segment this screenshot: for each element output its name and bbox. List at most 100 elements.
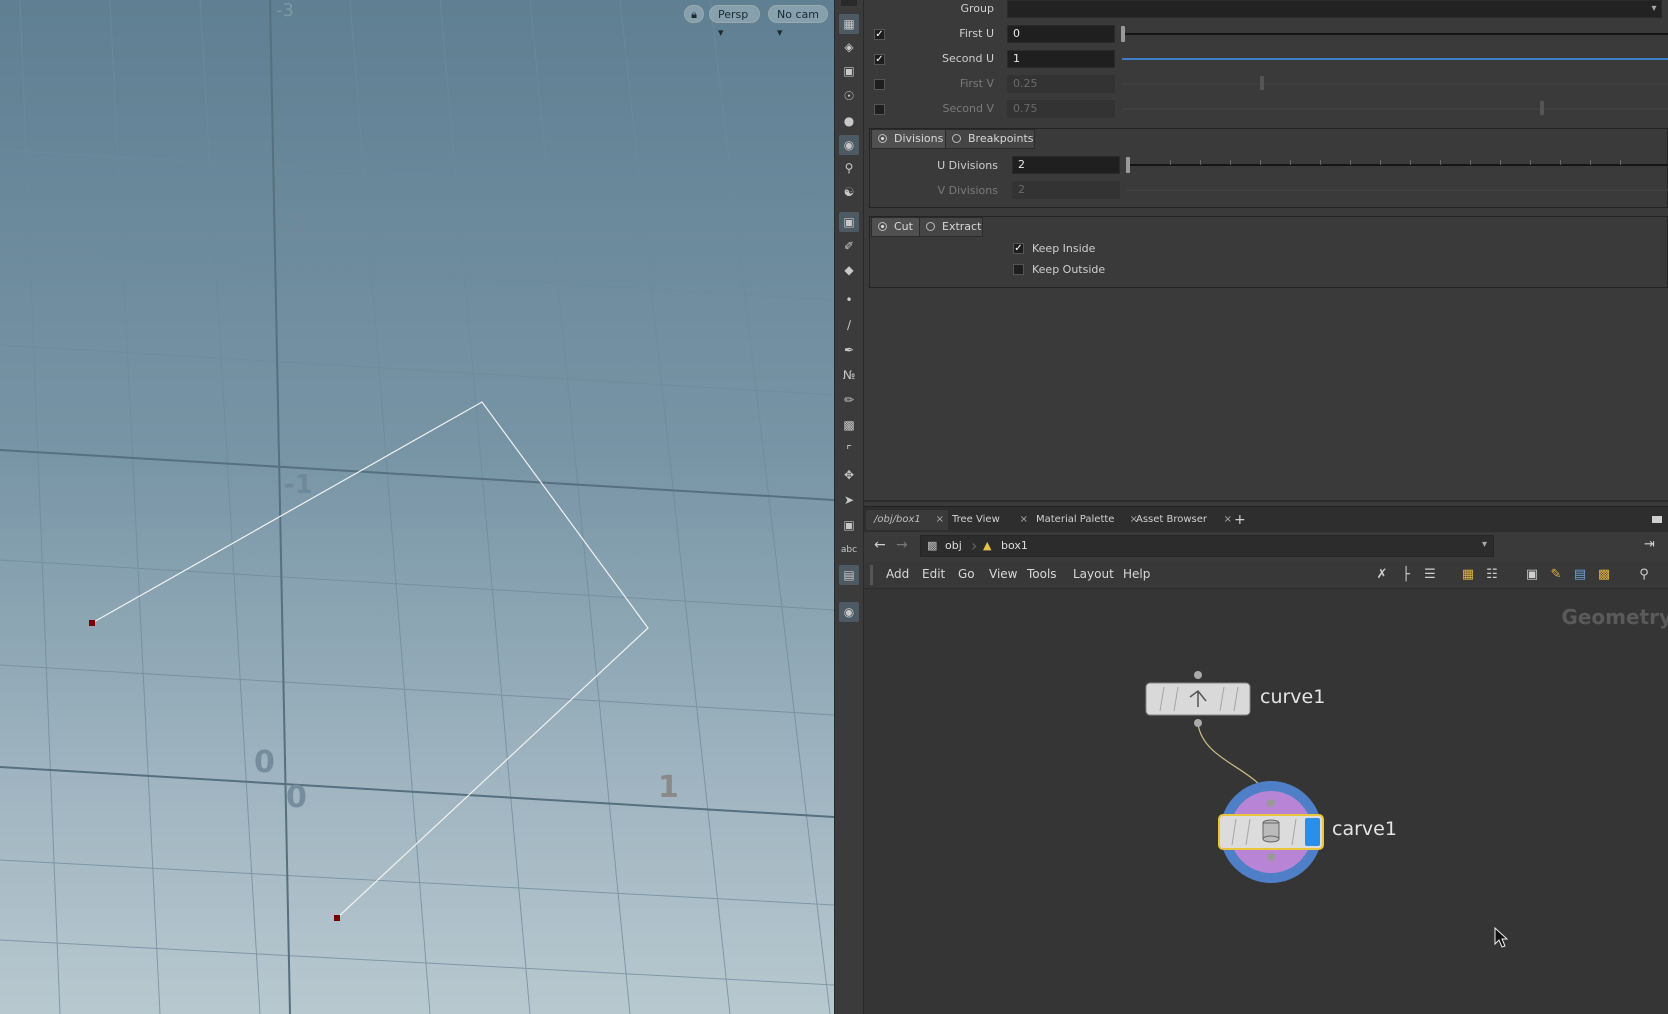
toolbar-grip[interactable]	[841, 0, 857, 6]
pose-icon[interactable]: ☯	[839, 182, 859, 202]
pane-menu-icon[interactable]	[1652, 516, 1662, 523]
divisions-radio[interactable]: Divisions	[871, 129, 947, 149]
lock-icon[interactable]: ▣	[839, 61, 859, 81]
first-u-slider-handle[interactable]	[1121, 26, 1125, 42]
second-u-field[interactable]: 1	[1007, 50, 1115, 68]
light-icon[interactable]: ◉	[839, 135, 859, 155]
group-dropdown-icon[interactable]: ▾	[1646, 0, 1662, 18]
second-v-slider[interactable]	[1122, 108, 1668, 110]
curve-point-start[interactable]	[89, 620, 95, 626]
menu-add[interactable]: Add	[886, 567, 909, 581]
details-view-icon[interactable]: ☷	[1484, 567, 1500, 583]
pane-splitter[interactable]	[864, 500, 1668, 502]
carve1-input-connector[interactable]	[1267, 799, 1275, 807]
curve1-node-label[interactable]: curve1	[1260, 686, 1325, 708]
radio-icon	[878, 222, 887, 231]
pivot-icon[interactable]: ➤	[839, 490, 859, 510]
breakpoints-radio[interactable]: Breakpoints	[945, 129, 1035, 149]
curve1-output-connector[interactable]	[1194, 719, 1202, 727]
u-divisions-field[interactable]: 2	[1012, 156, 1120, 174]
first-v-field[interactable]: 0.25	[1007, 75, 1115, 93]
tab-material-palette[interactable]: Material Palette ×	[1028, 510, 1142, 530]
extract-radio[interactable]: Extract	[919, 217, 983, 237]
palette-icon[interactable]: ▩	[1596, 567, 1612, 583]
camera-icon[interactable]: ▣	[839, 212, 859, 232]
camera-menu-button[interactable]: No cam ▾	[768, 5, 828, 39]
curve1-input-connector[interactable]	[1194, 671, 1202, 679]
first-u-slider[interactable]	[1122, 33, 1668, 35]
pen-icon[interactable]: ✒	[839, 340, 859, 360]
slider-tick	[1410, 160, 1411, 165]
stamp-icon[interactable]: ▩	[839, 415, 859, 435]
snap-icon[interactable]: ☉	[839, 86, 859, 106]
first-v-slider[interactable]	[1122, 83, 1668, 85]
tab-obj-box1[interactable]: /obj/box1 ×	[866, 510, 948, 530]
view-icon[interactable]: ◈	[839, 37, 859, 57]
menu-layout[interactable]: Layout	[1073, 567, 1114, 581]
brush-icon[interactable]: ✐	[839, 236, 859, 256]
menu-tools[interactable]: Tools	[1027, 567, 1057, 581]
image-icon[interactable]: ▤	[1572, 567, 1588, 583]
viewport-lock-button[interactable]: 🔒︎	[684, 5, 704, 23]
sphere-icon[interactable]: ●	[839, 111, 859, 131]
note-icon[interactable]: ✎	[1548, 567, 1564, 583]
u-divisions-slider[interactable]	[1126, 164, 1668, 166]
edge-icon[interactable]: ∕	[839, 315, 859, 335]
add-tab-button[interactable]: +	[1226, 510, 1254, 530]
tab-asset-browser[interactable]: Asset Browser ×	[1128, 510, 1236, 530]
menu-view[interactable]: View	[989, 567, 1017, 581]
path-field[interactable]: ▩ obj › ▲ box1 ▾	[920, 535, 1494, 557]
point-icon[interactable]: •	[839, 290, 859, 310]
second-u-slider[interactable]	[1122, 58, 1668, 60]
back-arrow-icon[interactable]: ←	[874, 537, 886, 553]
path-box1[interactable]: box1	[1001, 539, 1028, 552]
marker-icon[interactable]: ◉	[839, 602, 859, 622]
slider-tick	[1260, 160, 1261, 165]
keep-outside-checkbox[interactable]	[1013, 264, 1024, 275]
first-v-slider-handle[interactable]	[1260, 76, 1264, 90]
close-icon[interactable]: ×	[1020, 510, 1028, 530]
window-icon[interactable]: ▣	[1524, 567, 1540, 583]
carve1-display-flag[interactable]	[1305, 818, 1320, 846]
second-v-slider-handle[interactable]	[1540, 101, 1544, 115]
network-editor[interactable]: Geometry curve1 carve1	[864, 589, 1668, 1014]
v-divisions-slider[interactable]	[1126, 189, 1668, 191]
tree-icon[interactable]: ├	[1398, 567, 1414, 583]
curve-wire[interactable]	[91, 401, 649, 919]
group-field[interactable]	[1007, 0, 1662, 18]
carve1-node-label[interactable]: carve1	[1332, 818, 1397, 840]
second-v-field[interactable]: 0.75	[1007, 100, 1115, 118]
u-divisions-slider-handle[interactable]	[1126, 157, 1130, 173]
search-icon[interactable]: ⚲	[1636, 567, 1652, 583]
first-u-field[interactable]: 0	[1007, 25, 1115, 43]
paint-icon[interactable]: ✏	[839, 390, 859, 410]
menu-edit[interactable]: Edit	[922, 567, 945, 581]
sculpt-icon[interactable]: ◆	[839, 260, 859, 280]
chevron-down-icon[interactable]: ▾	[1482, 539, 1487, 550]
transform-icon[interactable]: ✥	[839, 465, 859, 485]
corner-icon[interactable]: ⌜	[839, 440, 859, 460]
curve-point-end[interactable]	[334, 915, 340, 921]
carve1-output-connector[interactable]	[1267, 853, 1275, 861]
menu-go[interactable]: Go	[958, 567, 975, 581]
wrench-icon[interactable]: ✗	[1374, 567, 1390, 583]
select-icon[interactable]: ▦	[839, 14, 859, 34]
viewport[interactable]: -3 -2 -1 0 0 1 🔒︎ Persp ▾ No cam ▾	[0, 0, 834, 1014]
menu-help[interactable]: Help	[1123, 567, 1150, 581]
cut-radio[interactable]: Cut	[871, 217, 921, 237]
text-icon[interactable]: abc	[839, 540, 859, 560]
list-icon[interactable]: ☰	[1422, 567, 1438, 583]
stop-icon[interactable]: ▣	[839, 515, 859, 535]
number-icon[interactable]: №	[839, 365, 859, 385]
pin-icon[interactable]: ⚲	[839, 158, 859, 178]
grid-view-icon[interactable]: ▦	[1460, 567, 1476, 583]
close-icon[interactable]: ×	[936, 510, 944, 530]
path-obj[interactable]: obj	[945, 539, 962, 552]
pin-pane-icon[interactable]: ⇥	[1644, 537, 1655, 552]
v-divisions-field[interactable]: 2	[1012, 181, 1120, 199]
persp-menu-button[interactable]: Persp ▾	[709, 5, 760, 39]
tab-tree-view[interactable]: Tree View ×	[944, 510, 1032, 530]
forward-arrow-icon[interactable]: →	[896, 537, 908, 553]
image-icon[interactable]: ▤	[839, 565, 859, 585]
keep-inside-checkbox[interactable]: ✓	[1013, 243, 1024, 254]
